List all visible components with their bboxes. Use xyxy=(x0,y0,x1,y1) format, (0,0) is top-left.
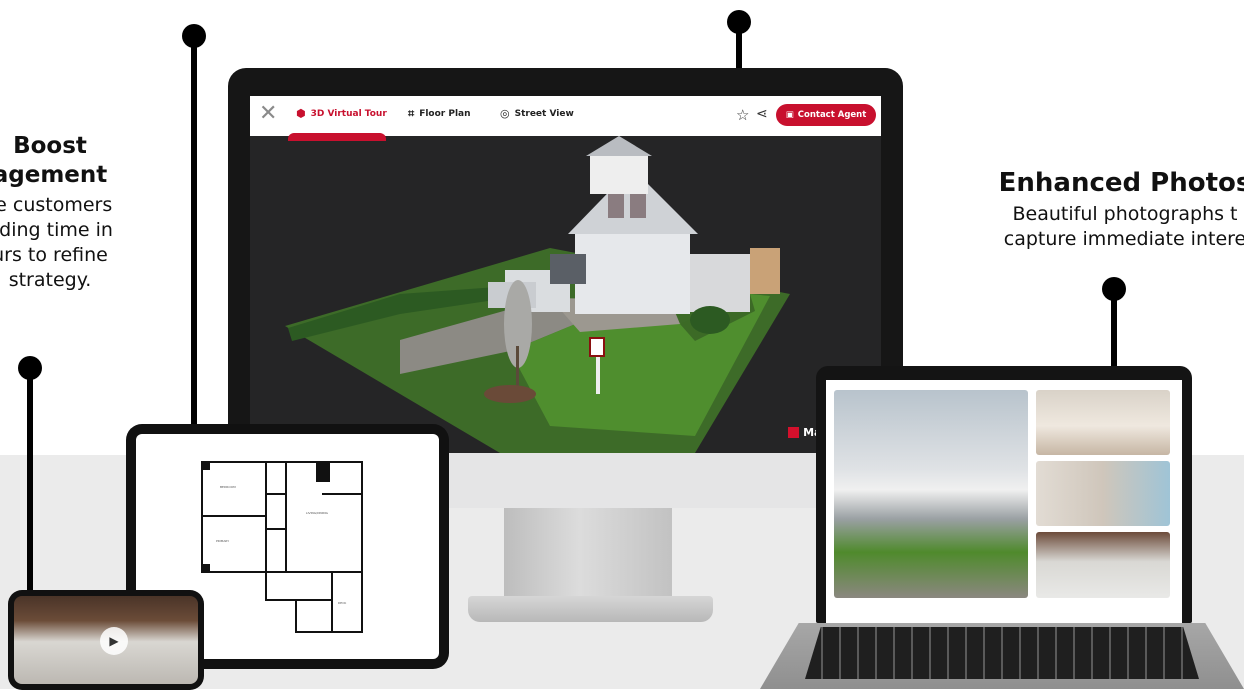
monitor-stand xyxy=(504,508,672,605)
dollhouse-3d-model[interactable] xyxy=(250,136,881,453)
feature-description: Beautiful photographs t capture immediat… xyxy=(1003,203,1244,250)
feature-title: Enhanced Photos xyxy=(998,168,1244,198)
bedroom-photo[interactable] xyxy=(1036,390,1170,455)
tab-street-view[interactable]: ◎ Street View xyxy=(500,107,574,120)
photo-gallery-screen xyxy=(826,380,1182,623)
contact-agent-label: Contact Agent xyxy=(797,110,867,120)
tab-3d-virtual-tour[interactable]: ⬢ 3D Virtual Tour xyxy=(296,107,387,120)
close-icon[interactable]: ✕ xyxy=(259,102,277,126)
feature-engagement: Boostagement re customers nding time in … xyxy=(0,132,170,293)
share-icon[interactable]: ⋖ xyxy=(756,106,768,122)
pin-line xyxy=(1111,293,1117,368)
exterior-photo[interactable] xyxy=(834,390,1028,598)
tab-label: Floor Plan xyxy=(419,109,471,119)
feature-description: re customers nding time in urs to refine… xyxy=(0,194,113,291)
calendar-icon: ▣ xyxy=(785,110,794,120)
laptop-device xyxy=(816,366,1192,623)
feature-title: Boost agement xyxy=(0,133,108,188)
svg-text:BEDROOM: BEDROOM xyxy=(220,485,236,489)
play-icon[interactable]: ▶ xyxy=(100,627,128,655)
svg-text:LIVING/DINING: LIVING/DINING xyxy=(306,511,329,515)
star-icon[interactable]: ☆ xyxy=(736,106,749,124)
virtual-tour-screen: ✕ ⬢ 3D Virtual Tour ⌗ Floor Plan ◎ Stree… xyxy=(250,96,881,453)
matterport-mark-icon xyxy=(788,427,800,438)
pin-line xyxy=(191,40,197,426)
tab-label: Street View xyxy=(514,108,574,119)
monitor-stand-base xyxy=(468,596,713,622)
tab-label: 3D Virtual Tour xyxy=(310,108,387,119)
video-preview[interactable]: ▶ xyxy=(14,596,198,684)
svg-text:DECK: DECK xyxy=(338,601,347,605)
floor-plan-icon: ⌗ xyxy=(408,107,415,120)
living-room-photo[interactable] xyxy=(1036,461,1170,526)
svg-text:PRIMARY: PRIMARY xyxy=(216,539,229,543)
laptop-keyboard xyxy=(760,623,1244,689)
keyboard-keys xyxy=(805,627,1199,679)
tab-floor-plan[interactable]: ⌗ Floor Plan xyxy=(408,107,471,121)
pin-line xyxy=(27,372,33,594)
feature-enhanced-photos: Enhanced Photos Beautiful photographs t … xyxy=(935,166,1244,252)
cube-icon: ⬢ xyxy=(296,107,306,120)
location-pin-icon: ◎ xyxy=(500,107,510,120)
pin-line xyxy=(736,26,742,70)
tour-toolbar: ✕ ⬢ 3D Virtual Tour ⌗ Floor Plan ◎ Stree… xyxy=(250,96,881,141)
contact-agent-button[interactable]: ▣ Contact Agent xyxy=(776,104,876,126)
phone-device: ▶ xyxy=(8,590,204,690)
kitchen-photo[interactable] xyxy=(1036,532,1170,598)
